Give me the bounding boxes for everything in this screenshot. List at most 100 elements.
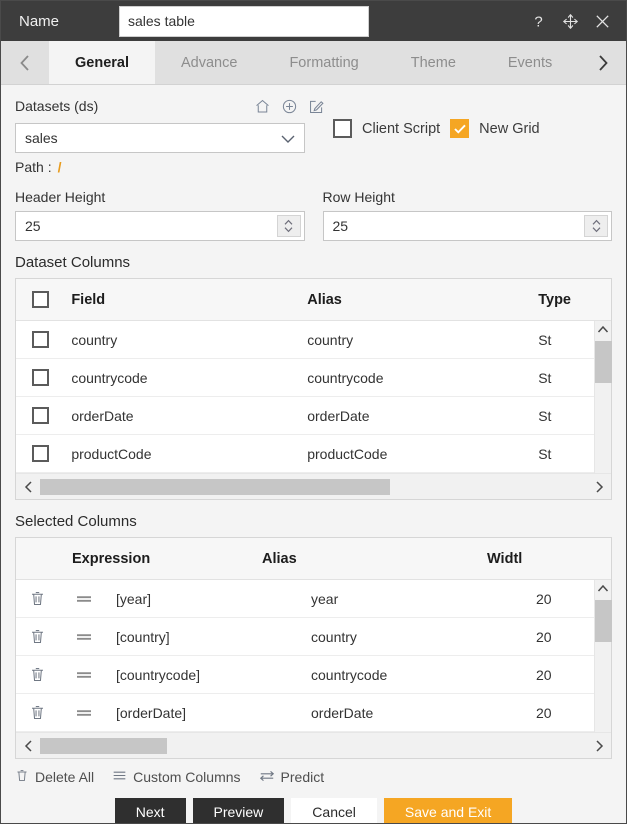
header-type: Type — [538, 291, 571, 308]
table-row[interactable]: [orderDate] orderDate 20 — [16, 694, 611, 732]
predict-label: Predict — [280, 769, 325, 785]
row-checkbox[interactable] — [32, 407, 50, 424]
cell-expression: [year] — [116, 590, 152, 607]
row-checkbox[interactable] — [32, 445, 50, 462]
trash-icon[interactable] — [16, 704, 58, 721]
chevron-right-icon[interactable] — [579, 41, 626, 84]
path-value: / — [57, 159, 62, 175]
name-input[interactable] — [119, 5, 369, 37]
horizontal-scroll-thumb[interactable] — [40, 738, 168, 754]
row-checkbox-cell — [16, 369, 65, 386]
tab-formatting[interactable]: Formatting — [263, 41, 385, 84]
dataset-select[interactable]: sales — [15, 123, 305, 153]
selected-columns-horizontal-scrollbar[interactable] — [16, 732, 611, 758]
cancel-button[interactable]: Cancel — [291, 798, 377, 823]
edit-square-icon[interactable] — [308, 98, 325, 115]
custom-columns-button[interactable]: Custom Columns — [112, 769, 241, 785]
cell-alias: country — [311, 628, 357, 645]
client-script-checkbox[interactable] — [333, 119, 352, 138]
chevron-left-icon[interactable] — [1, 41, 49, 84]
tab-list: General Advance Formatting Theme Events — [49, 41, 579, 84]
custom-columns-label: Custom Columns — [133, 769, 241, 785]
height-fields: Header Height Row Height — [15, 189, 612, 241]
vertical-scroll-track[interactable] — [594, 338, 612, 482]
tab-advance[interactable]: Advance — [155, 41, 264, 84]
select-all-checkbox[interactable] — [32, 291, 50, 308]
tab-events[interactable]: Events — [481, 41, 579, 84]
client-script-label: Client Script — [362, 120, 441, 137]
scroll-right-icon[interactable] — [587, 739, 611, 752]
drag-handle-icon[interactable] — [58, 593, 110, 605]
scroll-left-icon[interactable] — [16, 739, 40, 752]
move-icon[interactable] — [560, 11, 580, 31]
drag-handle-icon[interactable] — [58, 669, 110, 681]
scroll-up-icon[interactable] — [597, 321, 609, 338]
new-grid-label: New Grid — [479, 120, 540, 137]
trash-icon[interactable] — [16, 666, 58, 683]
datasets-label: Datasets (ds) — [15, 98, 99, 114]
close-icon[interactable] — [592, 11, 612, 31]
plus-circle-icon[interactable] — [281, 98, 298, 115]
cell-expression: [country] — [116, 628, 170, 645]
delete-all-button[interactable]: Delete All — [15, 768, 94, 786]
save-and-exit-button[interactable]: Save and Exit — [383, 798, 513, 823]
horizontal-scroll-track[interactable] — [40, 738, 571, 754]
cell-expression: [countrycode] — [116, 666, 201, 683]
row-checkbox[interactable] — [32, 331, 50, 348]
cell-field: country — [71, 331, 118, 348]
delete-all-label: Delete All — [35, 769, 95, 785]
vertical-scroll-track[interactable] — [594, 597, 612, 741]
drag-handle-icon[interactable] — [58, 707, 110, 719]
cell-alias: countrycode — [307, 369, 384, 386]
row-height-stepper[interactable] — [584, 215, 608, 237]
dialog-body: Datasets (ds) sales Path: / Client Scri… — [1, 85, 626, 823]
table-row[interactable]: [countrycode] countrycode 20 — [16, 656, 611, 694]
scroll-left-icon[interactable] — [16, 480, 40, 493]
table-row[interactable]: productCode productCode St — [16, 435, 611, 473]
trash-icon[interactable] — [16, 628, 58, 645]
table-row[interactable]: orderDate orderDate St — [16, 397, 611, 435]
home-icon[interactable] — [254, 98, 271, 115]
horizontal-scroll-thumb[interactable] — [40, 479, 391, 495]
row-checkbox-cell — [16, 445, 65, 462]
header-expression: Expression — [72, 550, 151, 567]
dataset-columns-horizontal-scrollbar[interactable] — [16, 473, 611, 499]
row-checkbox[interactable] — [32, 369, 50, 386]
cell-alias: country — [307, 331, 354, 348]
select-all-cell — [16, 291, 65, 308]
table-row[interactable]: [country] country 20 — [16, 618, 611, 656]
horizontal-scroll-track[interactable] — [40, 479, 571, 495]
tab-bar: General Advance Formatting Theme Events — [1, 41, 626, 85]
scroll-right-icon[interactable] — [587, 480, 611, 493]
table-row[interactable]: country country St — [16, 321, 611, 359]
trash-icon[interactable] — [16, 590, 58, 607]
title-bar-actions: ? — [528, 11, 616, 31]
header-field: Field — [71, 291, 106, 308]
question-mark-icon[interactable]: ? — [528, 11, 548, 31]
preview-button[interactable]: Preview — [192, 798, 285, 823]
option-checkboxes: Client Script New Grid — [333, 119, 540, 138]
scroll-up-icon[interactable] — [597, 580, 609, 597]
path-label: Path : — [15, 159, 52, 175]
svg-text:?: ? — [534, 13, 542, 30]
row-height-input[interactable] — [322, 211, 612, 241]
dataset-icon-group — [254, 98, 325, 115]
dialog-button-bar: Next Preview Cancel Save and Exit — [15, 786, 612, 823]
header-height-stepper[interactable] — [276, 215, 301, 237]
dialog-window: Name ? General Advance Formatting — [0, 0, 627, 824]
header-width: Widtl — [487, 550, 523, 567]
vertical-scroll-thumb[interactable] — [594, 341, 612, 383]
drag-handle-icon[interactable] — [58, 631, 110, 643]
new-grid-checkbox[interactable] — [450, 119, 470, 138]
cell-field: orderDate — [71, 407, 134, 424]
vertical-scroll-thumb[interactable] — [594, 600, 612, 642]
next-button[interactable]: Next — [114, 798, 186, 823]
table-row[interactable]: countrycode countrycode St — [16, 359, 611, 397]
dataset-select-wrap: sales — [15, 123, 305, 153]
header-height-input[interactable] — [15, 211, 305, 241]
tab-theme[interactable]: Theme — [384, 41, 482, 84]
tab-general[interactable]: General — [49, 41, 155, 84]
predict-button[interactable]: Predict — [259, 769, 325, 786]
row-checkbox-cell — [16, 331, 65, 348]
table-row[interactable]: [year] year 20 — [16, 580, 611, 618]
